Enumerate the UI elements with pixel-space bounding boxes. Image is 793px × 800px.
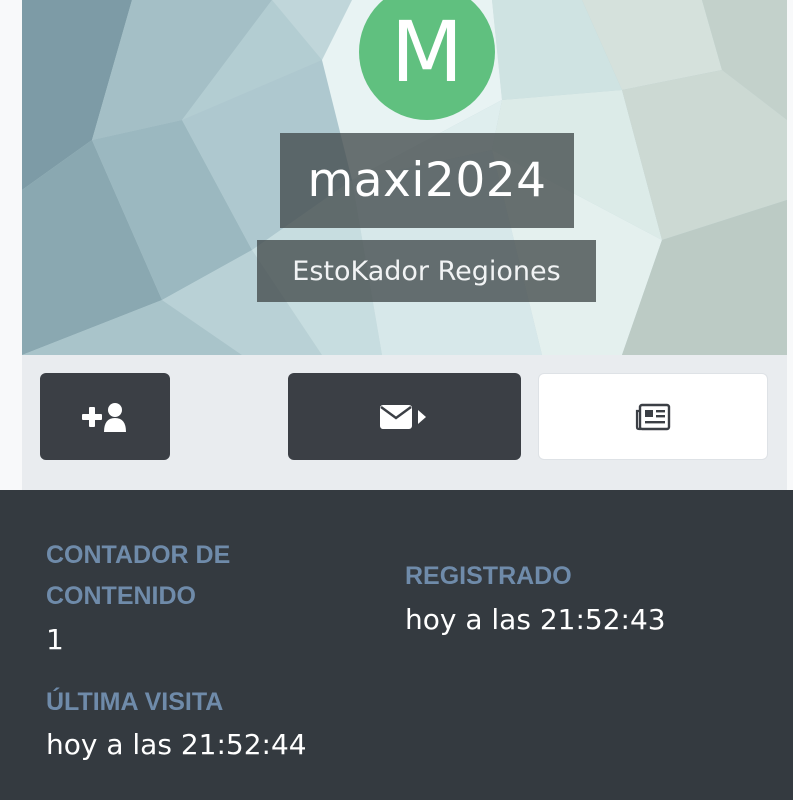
registered-label: REGISTRADO bbox=[405, 562, 572, 590]
last-visit-value: hoy a las 21:52:44 bbox=[46, 728, 307, 761]
user-group-label: EstoKador Regiones bbox=[292, 255, 561, 287]
content-count-label-line2: CONTENIDO bbox=[46, 582, 196, 610]
page-gutter-right bbox=[787, 0, 793, 490]
content-count-label-line1: CONTADOR DE bbox=[46, 541, 231, 569]
username-container: maxi2024 bbox=[280, 133, 574, 228]
username: maxi2024 bbox=[307, 153, 547, 208]
message-button[interactable] bbox=[288, 373, 521, 460]
user-plus-icon bbox=[82, 402, 126, 432]
registered-value: hoy a las 21:52:43 bbox=[405, 603, 666, 636]
newspaper-icon bbox=[635, 403, 671, 430]
cover-photo: M maxi2024 EstoKador Regiones bbox=[22, 0, 787, 355]
content-count-value[interactable]: 1 bbox=[46, 622, 64, 658]
page-gutter-left bbox=[0, 0, 22, 490]
content-count-label: CONTADOR DE CONTENIDO bbox=[46, 535, 230, 617]
avatar-letter: M bbox=[390, 3, 464, 101]
profile-action-bar bbox=[22, 355, 787, 490]
last-visit-label: ÚLTIMA VISITA bbox=[46, 688, 224, 716]
posts-button[interactable] bbox=[538, 373, 768, 460]
user-group-container: EstoKador Regiones bbox=[257, 240, 596, 302]
follow-button[interactable] bbox=[40, 373, 170, 460]
envelope-icon bbox=[379, 404, 426, 429]
